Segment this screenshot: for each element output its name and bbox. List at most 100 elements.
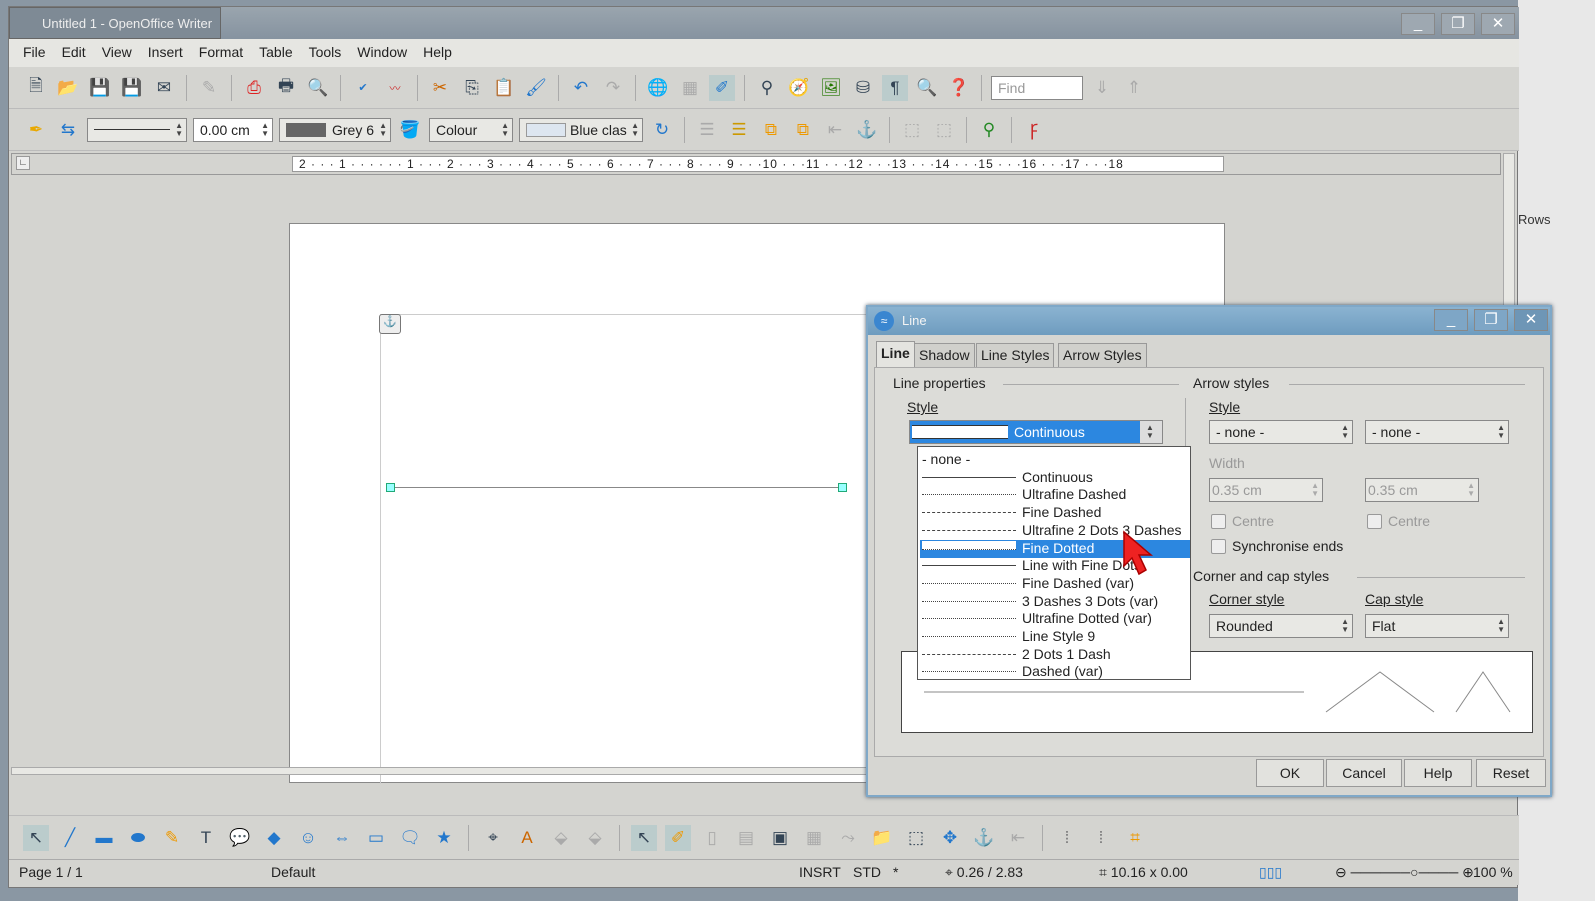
menu-window[interactable]: Window <box>349 44 415 67</box>
view-layout-icons[interactable]: ▯▯▯ <box>1259 864 1282 881</box>
maximize-button[interactable]: ❐ <box>1441 13 1475 35</box>
callout-shapes-icon[interactable]: 🗨 <box>397 825 423 851</box>
area-style-select[interactable]: Colour ▲ ▼ <box>429 117 513 142</box>
horizontal-ruler[interactable]: ∟ 2 · · · 1 · · · · · · 1 · · · 2 · · · … <box>11 153 1501 175</box>
gallery-icon[interactable]: 🖼 <box>818 75 844 101</box>
select-cursor-icon[interactable]: ⬚ <box>903 825 929 851</box>
arrow-end-select[interactable]: - none - ▲ ▼ <box>1365 420 1509 444</box>
tab-shadow[interactable]: Shadow <box>914 343 975 367</box>
connector-icon[interactable]: ⤳ <box>835 825 861 851</box>
anchor-marker-icon[interactable]: ⚓ <box>379 314 401 334</box>
menu-file[interactable]: File <box>15 44 54 67</box>
line-style-option[interactable]: Line Style 9 <box>920 628 1190 646</box>
move-icon[interactable]: ✥ <box>937 825 963 851</box>
tab-line[interactable]: Line <box>876 341 915 368</box>
minimize-button[interactable]: _ <box>1401 13 1435 35</box>
line-tool-icon[interactable]: ╱ <box>57 825 83 851</box>
centre-end-checkbox[interactable] <box>1367 514 1382 529</box>
select-icon-2[interactable]: ↖ <box>631 824 657 851</box>
basic-shapes-icon[interactable]: ◆ <box>261 825 287 851</box>
cancel-button[interactable]: Cancel <box>1326 759 1402 787</box>
folder-icon[interactable]: 📁 <box>869 825 895 851</box>
form-design-icon[interactable]: ▣ <box>767 825 793 851</box>
insert-field-icon[interactable]: ▯ <box>699 825 725 851</box>
symbol-shapes-icon[interactable]: ☺ <box>295 825 321 851</box>
spellcheck-icon[interactable]: ✔ <box>350 75 376 101</box>
selection-mode[interactable]: STD <box>853 864 881 880</box>
tab-arrow-styles[interactable]: Arrow Styles <box>1058 343 1147 367</box>
centre-start-checkbox[interactable] <box>1211 514 1226 529</box>
ok-button[interactable]: OK <box>1256 759 1324 787</box>
area-color-select[interactable]: Blue clas ▲ ▼ <box>519 117 643 142</box>
menu-view[interactable]: View <box>94 44 140 67</box>
find-next-icon[interactable]: ⇓ <box>1089 75 1115 101</box>
fontwork-gallery-icon[interactable]: A <box>514 825 540 851</box>
binoculars-icon[interactable]: ⚲ <box>976 117 1002 143</box>
undo-icon[interactable]: ↶ <box>568 75 594 101</box>
reset-button[interactable]: Reset <box>1476 759 1546 787</box>
snap-grid-icon[interactable]: ⁞ <box>1088 825 1114 851</box>
wrap-icon[interactable]: ☰ <box>726 117 752 143</box>
select-icon[interactable]: ↖ <box>23 824 49 851</box>
print-preview-icon[interactable]: 🔍 <box>305 75 331 101</box>
toggle-extrusion-icon[interactable]: ⬙ <box>582 825 608 851</box>
close-button[interactable]: ✕ <box>1481 13 1515 35</box>
redo-icon[interactable]: ↷ <box>600 75 626 101</box>
dialog-minimize-button[interactable]: _ <box>1434 309 1468 331</box>
ellipse-icon[interactable]: ⬬ <box>125 825 151 851</box>
edit-points-icon[interactable]: ✐ <box>665 824 691 851</box>
points-icon[interactable]: ⌖ <box>480 825 506 851</box>
table-icon[interactable]: ▦ <box>677 75 703 101</box>
selected-line-shape[interactable] <box>391 487 843 488</box>
wrap-off-icon[interactable]: ☰ <box>694 117 720 143</box>
line-style-option[interactable]: 3 Dashes 3 Dots (var) <box>920 593 1190 611</box>
grid-icon[interactable]: ▦ <box>801 825 827 851</box>
dialog-maximize-button[interactable]: ❐ <box>1474 309 1508 331</box>
align-icon[interactable]: ⇤ <box>1005 825 1031 851</box>
help-button[interactable]: Help <box>1404 759 1472 787</box>
export-pdf-icon[interactable]: ⎙ <box>241 75 267 101</box>
ungroup-icon[interactable]: ⬚ <box>931 117 957 143</box>
help-icon[interactable]: ❓ <box>946 75 972 101</box>
menu-tools[interactable]: Tools <box>301 44 350 67</box>
zoom-icon[interactable]: 🔍 <box>914 75 940 101</box>
email-icon[interactable]: ✉ <box>151 75 177 101</box>
dialog-close-button[interactable]: ✕ <box>1514 309 1548 331</box>
stars-icon[interactable]: ★ <box>431 825 457 851</box>
line-color-select[interactable]: Grey 6 ▲ ▼ <box>279 117 391 142</box>
line-width-input[interactable]: 0.00 cm ▲ ▼ <box>193 117 273 142</box>
tab-line-styles[interactable]: Line Styles <box>976 343 1055 367</box>
synchronise-ends-checkbox[interactable] <box>1211 539 1226 554</box>
freeform-icon[interactable]: ✎ <box>159 825 185 851</box>
callouts-icon[interactable]: 💬 <box>227 825 253 851</box>
line-end-handle[interactable] <box>838 483 847 492</box>
print-icon[interactable]: 🖶 <box>273 75 299 101</box>
zoom-slider[interactable]: ⊖ ──────○──── ⊕ <box>1335 864 1474 881</box>
edit-file-icon[interactable]: ✎ <box>196 75 222 101</box>
line-style-option[interactable]: Fine Dashed <box>920 504 1190 522</box>
guides-icon[interactable]: ⌗ <box>1122 825 1148 851</box>
line-style-option[interactable]: Ultrafine Dotted (var) <box>920 610 1190 628</box>
fontwork-icon[interactable]: Ꝼ <box>1021 117 1047 143</box>
line-style-option[interactable]: - none - <box>920 451 1190 469</box>
arrow-start-width-input[interactable]: 0.35 cm ▲ ▼ <box>1209 478 1323 502</box>
line-style-select[interactable]: ▲ ▼ <box>87 117 187 142</box>
show-draw-functions-icon[interactable]: ✐ <box>709 74 735 101</box>
new-document-icon[interactable]: 🗎 <box>23 75 49 101</box>
copy-icon[interactable]: ⎘ <box>459 75 485 101</box>
bring-to-front-icon[interactable]: ⧉ <box>758 117 784 143</box>
save-icon[interactable]: 💾 <box>87 75 113 101</box>
flowchart-icon[interactable]: ▭ <box>363 825 389 851</box>
line-style-option[interactable]: Ultrafine Dashed <box>920 486 1190 504</box>
corner-style-select[interactable]: Rounded ▲ ▼ <box>1209 614 1353 638</box>
menu-format[interactable]: Format <box>191 44 251 67</box>
anchor-icon[interactable]: ⚓ <box>854 117 880 143</box>
extrusion-icon[interactable]: ⬙ <box>548 825 574 851</box>
find-replace-icon[interactable]: ⚲ <box>754 75 780 101</box>
cap-style-select[interactable]: Flat ▲ ▼ <box>1365 614 1509 638</box>
line-style-option[interactable]: Continuous <box>920 469 1190 487</box>
menu-help[interactable]: Help <box>415 44 460 67</box>
find-previous-icon[interactable]: ⇑ <box>1121 75 1147 101</box>
anchor-tool-icon[interactable]: ⚓ <box>971 825 997 851</box>
hyperlink-icon[interactable]: 🌐 <box>645 75 671 101</box>
